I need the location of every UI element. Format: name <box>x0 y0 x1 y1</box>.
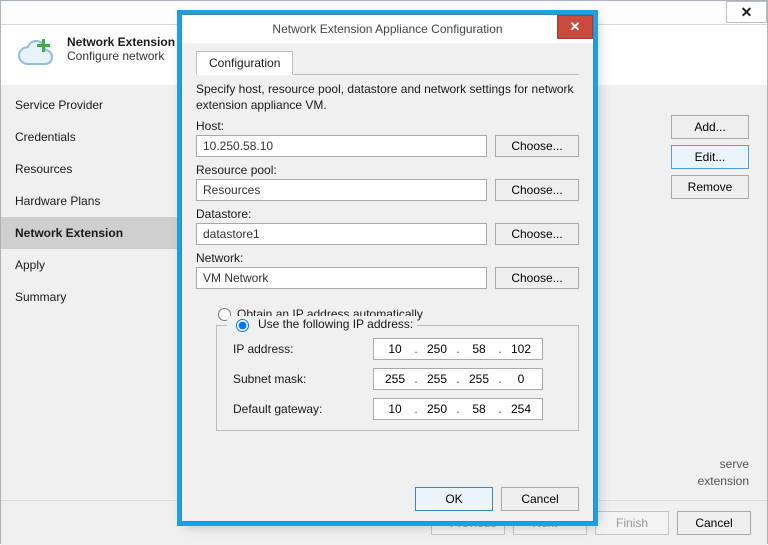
network-input[interactable] <box>196 267 487 289</box>
add-button[interactable]: Add... <box>671 115 749 139</box>
tab-strip: Configuration <box>196 51 579 75</box>
subnet-octet-4[interactable] <box>506 372 536 386</box>
dialog-close-button[interactable]: ✕ <box>557 15 593 39</box>
nav-item-resources[interactable]: Resources <box>1 153 179 185</box>
subnet-input[interactable]: . . . <box>373 368 543 390</box>
remove-button[interactable]: Remove <box>671 175 749 199</box>
ip-manual-radio[interactable] <box>236 319 249 332</box>
host-choose-button[interactable]: Choose... <box>495 135 579 157</box>
gateway-input[interactable]: . . . <box>373 398 543 420</box>
ok-button[interactable]: OK <box>415 487 493 511</box>
ip-address-label: IP address: <box>233 342 373 356</box>
edit-button[interactable]: Edit... <box>671 145 749 169</box>
datastore-label: Datastore: <box>196 207 579 221</box>
nav-item-network-extension[interactable]: Network Extension <box>1 217 179 249</box>
gateway-octet-2[interactable] <box>422 402 452 416</box>
resource-pool-choose-button[interactable]: Choose... <box>495 179 579 201</box>
resource-pool-input[interactable] <box>196 179 487 201</box>
nav-item-summary[interactable]: Summary <box>1 281 179 313</box>
cloud-plus-icon <box>15 35 57 73</box>
dialog-cancel-button[interactable]: Cancel <box>501 487 579 511</box>
wizard-title: Network Extension <box>67 35 175 49</box>
gateway-octet-1[interactable] <box>380 402 410 416</box>
ip-address-octet-3[interactable] <box>464 342 494 356</box>
finish-button[interactable]: Finish <box>595 511 669 535</box>
ip-manual-label: Use the following IP address: <box>258 317 413 331</box>
wizard-close-button[interactable]: ✕ <box>726 1 767 23</box>
close-icon: ✕ <box>741 3 753 21</box>
gateway-octet-3[interactable] <box>464 402 494 416</box>
host-input[interactable] <box>196 135 487 157</box>
wizard-nav: Service Provider Credentials Resources H… <box>1 85 180 500</box>
dialog-titlebar: Network Extension Appliance Configuratio… <box>182 15 593 43</box>
nav-item-service-provider[interactable]: Service Provider <box>1 89 179 121</box>
subnet-octet-1[interactable] <box>380 372 410 386</box>
dialog-title: Network Extension Appliance Configuratio… <box>272 22 502 36</box>
ip-manual-group: Use the following IP address: IP address… <box>216 325 579 431</box>
ip-address-octet-1[interactable] <box>380 342 410 356</box>
appliance-config-dialog: Network Extension Appliance Configuratio… <box>181 14 594 522</box>
resource-pool-label: Resource pool: <box>196 163 579 177</box>
subnet-label: Subnet mask: <box>233 372 373 386</box>
gateway-label: Default gateway: <box>233 402 373 416</box>
wizard-hint-text: serve extension <box>698 456 749 490</box>
nav-item-hardware-plans[interactable]: Hardware Plans <box>1 185 179 217</box>
dialog-description: Specify host, resource pool, datastore a… <box>196 81 579 113</box>
wizard-cancel-button[interactable]: Cancel <box>677 511 751 535</box>
subnet-octet-2[interactable] <box>422 372 452 386</box>
close-icon: ✕ <box>570 19 581 35</box>
datastore-choose-button[interactable]: Choose... <box>495 223 579 245</box>
ip-address-input[interactable]: . . . <box>373 338 543 360</box>
tab-configuration[interactable]: Configuration <box>196 51 293 75</box>
network-label: Network: <box>196 251 579 265</box>
subnet-octet-3[interactable] <box>464 372 494 386</box>
gateway-octet-4[interactable] <box>506 402 536 416</box>
host-label: Host: <box>196 119 579 133</box>
datastore-input[interactable] <box>196 223 487 245</box>
wizard-subtitle: Configure network <box>67 49 175 63</box>
ip-address-octet-4[interactable] <box>506 342 536 356</box>
nav-item-apply[interactable]: Apply <box>1 249 179 281</box>
nav-item-credentials[interactable]: Credentials <box>1 121 179 153</box>
network-choose-button[interactable]: Choose... <box>495 267 579 289</box>
ip-address-octet-2[interactable] <box>422 342 452 356</box>
